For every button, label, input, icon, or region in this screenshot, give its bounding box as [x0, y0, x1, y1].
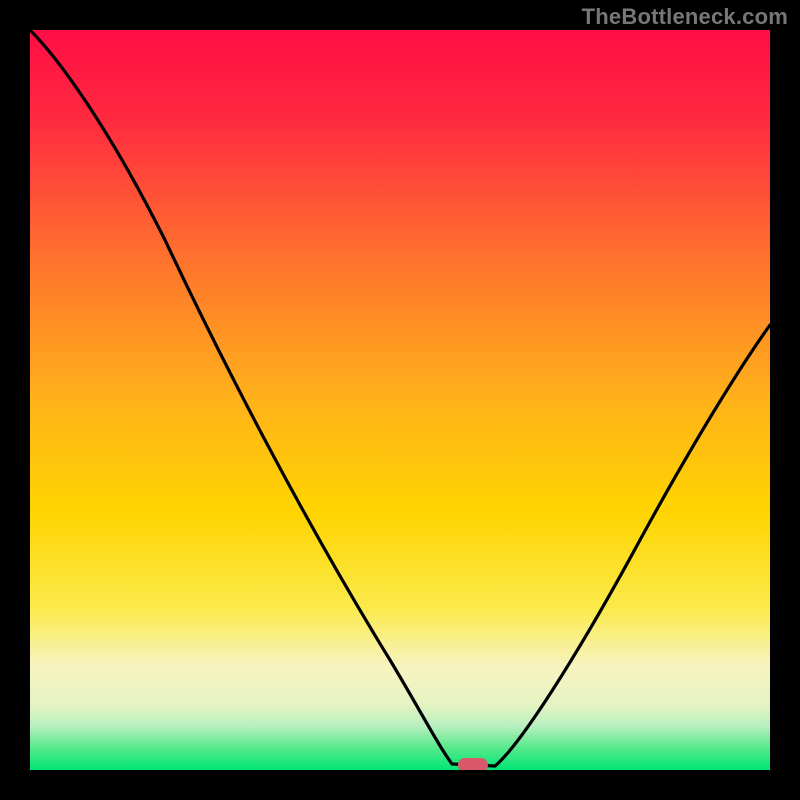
plot-background: [30, 30, 770, 770]
bottleneck-chart: [0, 0, 800, 800]
min-marker: [458, 758, 488, 772]
